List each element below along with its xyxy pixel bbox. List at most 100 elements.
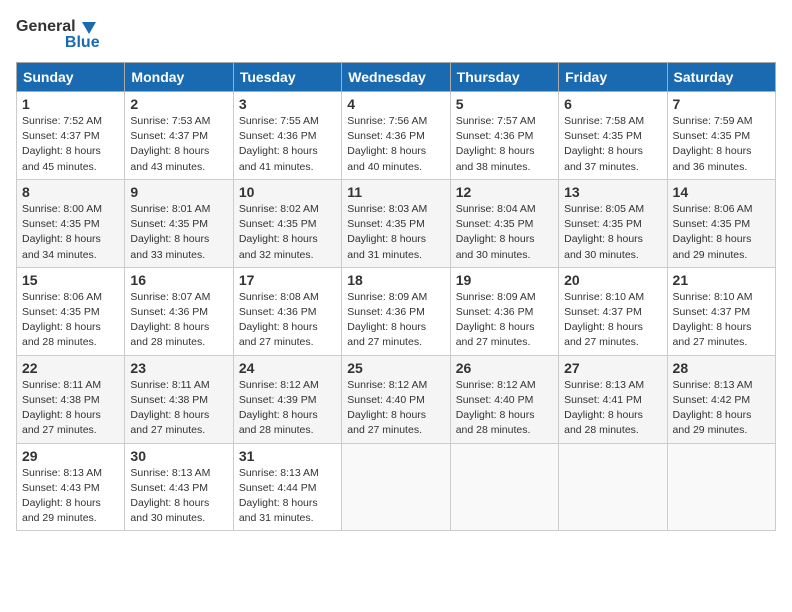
day-info: Sunrise: 8:10 AMSunset: 4:37 PMDaylight:… — [564, 290, 661, 351]
day-info: Sunrise: 8:09 AMSunset: 4:36 PMDaylight:… — [456, 290, 553, 351]
day-info: Sunrise: 7:52 AMSunset: 4:37 PMDaylight:… — [22, 114, 119, 175]
day-number: 2 — [130, 96, 227, 112]
day-info: Sunrise: 8:01 AMSunset: 4:35 PMDaylight:… — [130, 202, 227, 263]
day-number: 12 — [456, 184, 553, 200]
logo-text-blue: Blue — [65, 34, 100, 52]
day-number: 28 — [673, 360, 770, 376]
day-info: Sunrise: 8:13 AMSunset: 4:43 PMDaylight:… — [130, 466, 227, 527]
calendar-week-row: 8 Sunrise: 8:00 AMSunset: 4:35 PMDaylight… — [17, 179, 776, 267]
day-info: Sunrise: 8:06 AMSunset: 4:35 PMDaylight:… — [673, 202, 770, 263]
day-info: Sunrise: 8:12 AMSunset: 4:40 PMDaylight:… — [456, 378, 553, 439]
calendar-cell: 1 Sunrise: 7:52 AMSunset: 4:37 PMDaylight… — [17, 92, 125, 180]
calendar-cell: 20 Sunrise: 8:10 AMSunset: 4:37 PMDayligh… — [559, 267, 667, 355]
calendar-cell: 4 Sunrise: 7:56 AMSunset: 4:36 PMDaylight… — [342, 92, 450, 180]
day-info: Sunrise: 7:53 AMSunset: 4:37 PMDaylight:… — [130, 114, 227, 175]
calendar-cell: 14 Sunrise: 8:06 AMSunset: 4:35 PMDayligh… — [667, 179, 775, 267]
day-info: Sunrise: 8:03 AMSunset: 4:35 PMDaylight:… — [347, 202, 444, 263]
day-number: 26 — [456, 360, 553, 376]
day-number: 13 — [564, 184, 661, 200]
column-header-tuesday: Tuesday — [233, 63, 341, 92]
day-number: 29 — [22, 448, 119, 464]
calendar-cell: 9 Sunrise: 8:01 AMSunset: 4:35 PMDaylight… — [125, 179, 233, 267]
logo: General Blue — [16, 16, 100, 52]
calendar-cell: 6 Sunrise: 7:58 AMSunset: 4:35 PMDaylight… — [559, 92, 667, 180]
column-header-thursday: Thursday — [450, 63, 558, 92]
calendar-cell — [667, 443, 775, 531]
day-info: Sunrise: 8:12 AMSunset: 4:39 PMDaylight:… — [239, 378, 336, 439]
calendar-cell: 8 Sunrise: 8:00 AMSunset: 4:35 PMDaylight… — [17, 179, 125, 267]
calendar-cell: 2 Sunrise: 7:53 AMSunset: 4:37 PMDaylight… — [125, 92, 233, 180]
calendar-cell — [450, 443, 558, 531]
calendar-cell — [559, 443, 667, 531]
day-number: 15 — [22, 272, 119, 288]
calendar-cell: 5 Sunrise: 7:57 AMSunset: 4:36 PMDaylight… — [450, 92, 558, 180]
calendar-cell: 24 Sunrise: 8:12 AMSunset: 4:39 PMDayligh… — [233, 355, 341, 443]
day-info: Sunrise: 7:56 AMSunset: 4:36 PMDaylight:… — [347, 114, 444, 175]
calendar-cell: 21Sunrise: 8:10 AMSunset: 4:37 PMDayligh… — [667, 267, 775, 355]
calendar-week-row: 1 Sunrise: 7:52 AMSunset: 4:37 PMDaylight… — [17, 92, 776, 180]
calendar-cell: 27Sunrise: 8:13 AMSunset: 4:41 PMDayligh… — [559, 355, 667, 443]
calendar-cell: 26 Sunrise: 8:12 AMSunset: 4:40 PMDayligh… — [450, 355, 558, 443]
calendar-cell: 3 Sunrise: 7:55 AMSunset: 4:36 PMDaylight… — [233, 92, 341, 180]
calendar-week-row: 15 Sunrise: 8:06 AMSunset: 4:35 PMDayligh… — [17, 267, 776, 355]
day-number: 7 — [673, 96, 770, 112]
calendar-cell: 7 Sunrise: 7:59 AMSunset: 4:35 PMDaylight… — [667, 92, 775, 180]
column-header-wednesday: Wednesday — [342, 63, 450, 92]
day-number: 16 — [130, 272, 227, 288]
day-info: Sunrise: 8:12 AMSunset: 4:40 PMDaylight:… — [347, 378, 444, 439]
day-info: Sunrise: 8:11 AMSunset: 4:38 PMDaylight:… — [130, 378, 227, 439]
day-number: 24 — [239, 360, 336, 376]
column-header-sunday: Sunday — [17, 63, 125, 92]
calendar-cell: 11Sunrise: 8:03 AMSunset: 4:35 PMDayligh… — [342, 179, 450, 267]
calendar-cell: 29Sunrise: 8:13 AMSunset: 4:43 PMDayligh… — [17, 443, 125, 531]
calendar-cell: 22 Sunrise: 8:11 AMSunset: 4:38 PMDayligh… — [17, 355, 125, 443]
day-info: Sunrise: 8:06 AMSunset: 4:35 PMDaylight:… — [22, 290, 119, 351]
day-info: Sunrise: 7:59 AMSunset: 4:35 PMDaylight:… — [673, 114, 770, 175]
day-number: 9 — [130, 184, 227, 200]
calendar-cell: 23Sunrise: 8:11 AMSunset: 4:38 PMDayligh… — [125, 355, 233, 443]
calendar-body: 1 Sunrise: 7:52 AMSunset: 4:37 PMDaylight… — [17, 92, 776, 531]
day-number: 22 — [22, 360, 119, 376]
calendar-cell: 16 Sunrise: 8:07 AMSunset: 4:36 PMDayligh… — [125, 267, 233, 355]
column-header-saturday: Saturday — [667, 63, 775, 92]
day-info: Sunrise: 8:02 AMSunset: 4:35 PMDaylight:… — [239, 202, 336, 263]
day-info: Sunrise: 8:07 AMSunset: 4:36 PMDaylight:… — [130, 290, 227, 351]
day-info: Sunrise: 8:10 AMSunset: 4:37 PMDaylight:… — [673, 290, 770, 351]
day-number: 5 — [456, 96, 553, 112]
day-number: 17 — [239, 272, 336, 288]
calendar-cell: 17 Sunrise: 8:08 AMSunset: 4:36 PMDayligh… — [233, 267, 341, 355]
day-number: 31 — [239, 448, 336, 464]
day-number: 27 — [564, 360, 661, 376]
calendar-week-row: 22 Sunrise: 8:11 AMSunset: 4:38 PMDayligh… — [17, 355, 776, 443]
day-number: 4 — [347, 96, 444, 112]
calendar-week-row: 29 Sunrise: 8:13 AMSunset: 4:43 PMDayligh… — [17, 443, 776, 531]
calendar-cell — [342, 443, 450, 531]
day-number: 14 — [673, 184, 770, 200]
day-info: Sunrise: 7:57 AMSunset: 4:36 PMDaylight:… — [456, 114, 553, 175]
calendar-cell: 18 Sunrise: 8:09 AMSunset: 4:36 PMDayligh… — [342, 267, 450, 355]
day-number: 6 — [564, 96, 661, 112]
day-info: Sunrise: 8:08 AMSunset: 4:36 PMDaylight:… — [239, 290, 336, 351]
day-number: 25 — [347, 360, 444, 376]
day-info: Sunrise: 8:05 AMSunset: 4:35 PMDaylight:… — [564, 202, 661, 263]
day-info: Sunrise: 7:58 AMSunset: 4:35 PMDaylight:… — [564, 114, 661, 175]
day-number: 10 — [239, 184, 336, 200]
day-number: 8 — [22, 184, 119, 200]
day-info: Sunrise: 8:13 AMSunset: 4:44 PMDaylight:… — [239, 466, 336, 527]
page-header: General Blue — [16, 16, 776, 52]
day-info: Sunrise: 8:13 AMSunset: 4:42 PMDaylight:… — [673, 378, 770, 439]
calendar-cell: 13 Sunrise: 8:05 AMSunset: 4:35 PMDayligh… — [559, 179, 667, 267]
day-info: Sunrise: 8:09 AMSunset: 4:36 PMDaylight:… — [347, 290, 444, 351]
day-number: 18 — [347, 272, 444, 288]
column-header-friday: Friday — [559, 63, 667, 92]
day-number: 20 — [564, 272, 661, 288]
calendar-cell: 10 Sunrise: 8:02 AMSunset: 4:35 PMDayligh… — [233, 179, 341, 267]
calendar-cell: 25 Sunrise: 8:12 AMSunset: 4:40 PMDayligh… — [342, 355, 450, 443]
day-info: Sunrise: 7:55 AMSunset: 4:36 PMDaylight:… — [239, 114, 336, 175]
day-number: 3 — [239, 96, 336, 112]
logo-container: General Blue — [16, 16, 100, 52]
calendar-table: SundayMondayTuesdayWednesdayThursdayFrid… — [16, 62, 776, 531]
day-number: 1 — [22, 96, 119, 112]
day-info: Sunrise: 8:11 AMSunset: 4:38 PMDaylight:… — [22, 378, 119, 439]
day-info: Sunrise: 8:00 AMSunset: 4:35 PMDaylight:… — [22, 202, 119, 263]
